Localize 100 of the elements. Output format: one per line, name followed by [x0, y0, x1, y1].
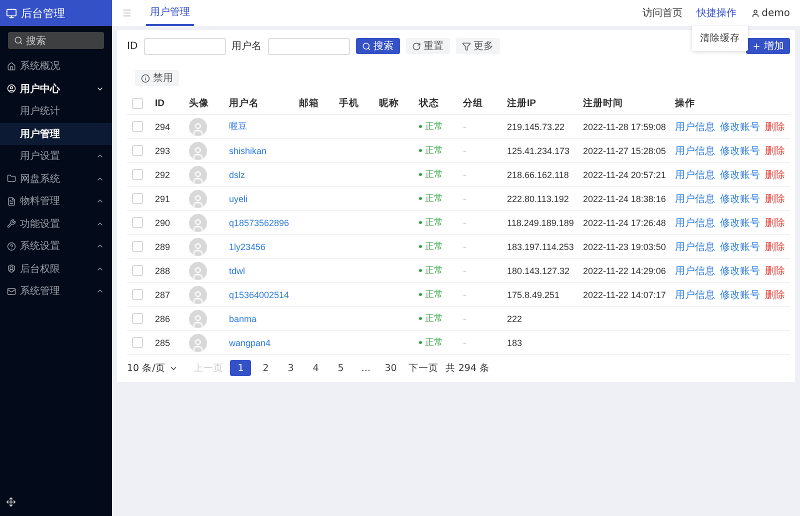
sidebar-item[interactable]: 用户设置 — [0, 145, 112, 168]
sidebar-item[interactable]: 系统管理 — [0, 280, 112, 302]
username-link[interactable]: banma — [229, 314, 257, 324]
username-link[interactable]: dslz — [229, 170, 246, 180]
delete-link[interactable]: 删除 — [765, 120, 785, 134]
table-cell: 222.80.113.192 — [507, 194, 569, 204]
action-link[interactable]: 用户信息 — [675, 144, 715, 158]
username-link[interactable]: shishikan — [229, 146, 267, 156]
username-link[interactable]: uyeli — [229, 194, 248, 204]
delete-link[interactable]: 删除 — [765, 240, 785, 254]
action-link[interactable]: 修改账号 — [720, 144, 760, 158]
checkbox[interactable] — [132, 121, 143, 132]
status-text: 正常 — [419, 168, 443, 181]
user-menu[interactable]: demo — [750, 0, 790, 26]
sidebar-item[interactable]: 物料管理 — [0, 190, 112, 212]
action-link[interactable]: 修改账号 — [720, 240, 760, 254]
delete-link[interactable]: 删除 — [765, 144, 785, 158]
sidebar-item[interactable]: 系统概况 — [0, 55, 112, 78]
checkbox[interactable] — [132, 217, 143, 228]
username-link[interactable]: wangpan4 — [229, 338, 271, 348]
action-link[interactable]: 修改账号 — [720, 192, 760, 206]
action-link[interactable]: 修改账号 — [720, 264, 760, 278]
disable-button[interactable]: 禁用 — [135, 70, 179, 86]
action-link[interactable]: 修改账号 — [720, 216, 760, 230]
add-button[interactable]: 增加 — [746, 38, 790, 54]
username-link[interactable]: 喔豆 — [229, 120, 247, 133]
delete-link[interactable]: 删除 — [765, 264, 785, 278]
sidebar-item[interactable]: 后台权限 — [0, 258, 112, 280]
username-link[interactable]: q18573562896 — [229, 218, 290, 228]
checkbox[interactable] — [132, 265, 143, 276]
action-link[interactable]: 修改账号 — [720, 288, 760, 302]
sidebar-item[interactable]: 用户管理 — [0, 122, 112, 145]
page-button[interactable]: 1 — [230, 360, 252, 376]
action-link[interactable]: 修改账号 — [720, 168, 760, 182]
checkbox[interactable] — [132, 241, 143, 252]
search-button[interactable]: 搜索 — [356, 38, 400, 54]
input-field[interactable] — [268, 38, 350, 54]
table-cell: - — [463, 170, 466, 180]
page-button[interactable]: 30 — [380, 360, 402, 376]
delete-link[interactable]: 删除 — [765, 192, 785, 206]
table-cell: - — [463, 242, 466, 252]
page-button[interactable]: … — [355, 360, 376, 376]
table-cell: 2022-11-23 19:03:50 — [583, 242, 666, 252]
page-button[interactable]: 4 — [305, 360, 326, 376]
sidebar-item[interactable]: 网盘系统 — [0, 168, 112, 190]
action-link[interactable]: 用户信息 — [675, 288, 715, 302]
avatar-icon — [189, 334, 207, 352]
checkbox[interactable] — [132, 289, 143, 300]
username-link[interactable]: tdwl — [229, 266, 246, 276]
checkbox[interactable] — [132, 169, 143, 180]
next-page-button[interactable]: 下一页 — [405, 360, 442, 376]
action-link[interactable]: 用户信息 — [675, 168, 715, 182]
document-icon — [7, 196, 16, 206]
table-cell: 287 — [155, 290, 170, 300]
action-link[interactable]: 用户信息 — [675, 240, 715, 254]
more-button[interactable]: 更多 — [456, 38, 500, 54]
page-button[interactable]: 3 — [280, 360, 302, 376]
input-field[interactable] — [144, 38, 226, 54]
username-link[interactable]: 1ly23456 — [229, 242, 266, 252]
search-field[interactable]: 搜索 — [8, 32, 104, 49]
action-link[interactable]: 修改账号 — [720, 120, 760, 134]
reset-button[interactable]: 重置 — [406, 38, 450, 54]
checkbox[interactable] — [132, 193, 143, 204]
move-icon[interactable] — [6, 497, 16, 507]
delete-link[interactable]: 删除 — [765, 216, 785, 230]
table-cell: 175.8.49.251 — [507, 290, 560, 300]
checkbox[interactable] — [132, 313, 143, 324]
top-link[interactable]: 快捷操作 — [696, 0, 737, 26]
action-link[interactable]: 用户信息 — [675, 192, 715, 206]
table-cell: 219.145.73.22 — [507, 122, 565, 132]
username-link[interactable]: q15364002514 — [229, 290, 290, 300]
column-header: 头像 — [189, 96, 209, 110]
sidebar-item[interactable]: 系统设置 — [0, 235, 112, 258]
menu-item[interactable]: 清除缓存 — [700, 32, 740, 45]
table-cell: 2022-11-24 18:38:16 — [583, 194, 666, 204]
delete-link[interactable]: 删除 — [765, 168, 785, 182]
delete-link[interactable]: 删除 — [765, 288, 785, 302]
avatar-icon — [189, 310, 207, 328]
mail-icon — [7, 286, 16, 296]
table-cell: 2022-11-27 15:28:05 — [583, 146, 666, 156]
sidebar-item[interactable]: 用户中心 — [0, 78, 112, 100]
table-cell: 292 — [155, 170, 170, 180]
avatar-icon — [189, 190, 207, 208]
page-size-select[interactable]: 10 条/页 — [127, 362, 166, 374]
sidebar-item[interactable]: 用户统计 — [0, 100, 112, 122]
top-link[interactable]: 访问首页 — [642, 0, 683, 26]
checkbox[interactable] — [132, 337, 143, 348]
search-icon — [362, 42, 371, 50]
action-link[interactable]: 用户信息 — [675, 216, 715, 230]
user-badge-icon — [7, 264, 16, 274]
menu-icon[interactable] — [122, 8, 132, 18]
page-button[interactable]: 2 — [255, 360, 276, 376]
tab[interactable]: 用户管理 — [146, 0, 194, 26]
page-button[interactable]: 5 — [330, 360, 352, 376]
action-link[interactable]: 用户信息 — [675, 264, 715, 278]
checkbox[interactable] — [132, 98, 143, 108]
table-cell: 286 — [155, 314, 170, 324]
checkbox[interactable] — [132, 145, 143, 156]
action-link[interactable]: 用户信息 — [675, 120, 715, 134]
sidebar-item[interactable]: 功能设置 — [0, 212, 112, 235]
